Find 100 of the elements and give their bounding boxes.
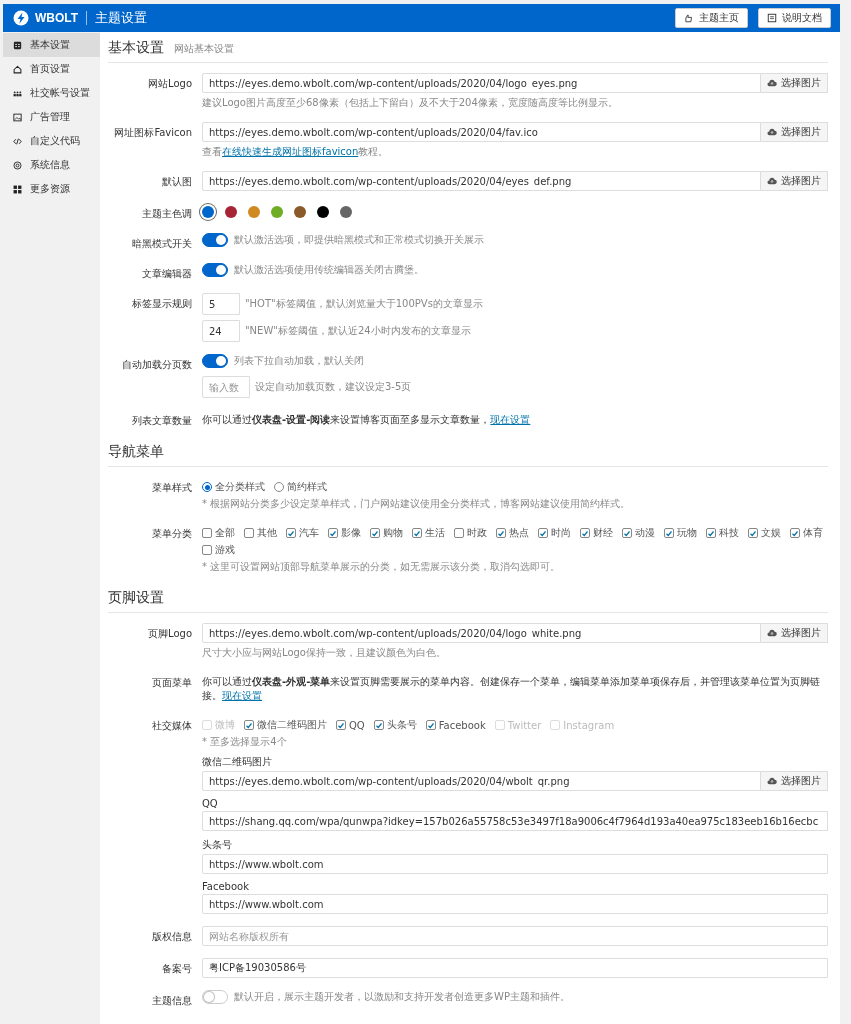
info-text: 你可以通过仪表盘-设置-阅读来设置博客页面至多显示文章数量，现在设置: [202, 413, 532, 427]
color-swatch[interactable]: [248, 206, 260, 218]
text-field[interactable]: https://eyes.demo.wbolt.com/wp-content/uploads/2020/04/logo_eyes.png: [202, 73, 761, 93]
field-label: 暗黑模式开关: [131, 237, 192, 251]
text-field[interactable]: https://eyes.demo.wbolt.com/wp-content/uploads/2020/04/eyes_def.png: [202, 171, 761, 191]
settings-link[interactable]: 现在设置: [222, 690, 262, 701]
text-field[interactable]: 粤ICP备19030586号: [202, 958, 828, 978]
code-icon: [13, 136, 22, 146]
checkbox[interactable]: [580, 528, 590, 538]
text-field[interactable]: https://www.wbolt.com: [202, 854, 828, 874]
hint-text: 尺寸大小应与网站Logo保持一致，且建议颜色为白色。: [202, 646, 447, 660]
home-button[interactable]: 主题主页: [675, 8, 748, 28]
text-field[interactable]: 网站名称版权所有: [202, 926, 828, 946]
sidebar-item[interactable]: 更多资源: [3, 177, 100, 201]
note-text: * 这里可设置网站顶部导航菜单展示的分类，如无需展示该分类，取消勾选即可。: [202, 560, 562, 574]
field-label: 标签显示规则: [131, 297, 192, 311]
checkbox[interactable]: [336, 720, 346, 730]
checkbox[interactable]: [412, 528, 422, 538]
sidebar-item[interactable]: 社交帐号设置: [3, 81, 100, 105]
checkbox[interactable]: [496, 528, 506, 538]
checkbox[interactable]: [244, 528, 254, 538]
field-label: 主题信息: [151, 994, 192, 1008]
checkbox-label: 科技: [719, 526, 739, 540]
check-icon: [371, 528, 379, 538]
text-field[interactable]: https://eyes.demo.wbolt.com/wp-content/uploads/2020/04/fav.ico: [202, 122, 761, 142]
help-link[interactable]: 在线快速生成网址图标favicon: [222, 146, 359, 157]
check-icon: [497, 528, 505, 538]
sidebar-item[interactable]: 系统信息: [3, 153, 100, 177]
check-icon: [665, 528, 673, 538]
choose-image-button[interactable]: 选择图片: [761, 771, 828, 791]
checkbox-label: 全部: [215, 526, 235, 540]
text-field[interactable]: https://eyes.demo.wbolt.com/wp-content/uploads/2020/04/logo_white.png: [202, 623, 761, 643]
field-label: 自动加载分页数: [121, 358, 192, 372]
text-field[interactable]: https://eyes.demo.wbolt.com/wp-content/uploads/2020/04/wbolt_qr.png: [202, 771, 761, 791]
text-field[interactable]: https://shang.qq.com/wpa/qunwpa?idkey=157b026a55758c53e3497f18a9006c4f7964d193a40ea975c183eeb16b16ecbc: [202, 811, 828, 831]
field-label: 页脚Logo: [147, 627, 192, 641]
checkbox[interactable]: [370, 528, 380, 538]
checkbox[interactable]: [748, 528, 758, 538]
field-label: 微信二维码图片: [202, 755, 273, 769]
page-title: 主题设置: [95, 9, 148, 27]
checkbox[interactable]: [202, 545, 212, 555]
checkbox[interactable]: [538, 528, 548, 538]
field-label: Facebook: [202, 881, 250, 892]
check-icon: [581, 528, 589, 538]
sidebar-item[interactable]: 广告管理: [3, 105, 100, 129]
checkbox[interactable]: [425, 720, 436, 730]
checkbox[interactable]: [373, 720, 384, 730]
field-label: 主题主色调: [141, 207, 192, 221]
choose-image-button[interactable]: 选择图片: [761, 171, 828, 191]
choose-image-button[interactable]: 选择图片: [761, 623, 828, 643]
text-field[interactable]: 24: [202, 320, 240, 342]
logo-text: WBOLT: [35, 11, 79, 25]
color-swatch[interactable]: [294, 206, 306, 218]
sidebar-item[interactable]: 基本设置: [3, 33, 100, 57]
choose-image-button[interactable]: 选择图片: [761, 122, 828, 142]
check-icon: [749, 528, 757, 538]
choose-image-button[interactable]: 选择图片: [761, 73, 828, 93]
checkbox[interactable]: [244, 720, 254, 730]
checkbox-label: QQ: [349, 719, 365, 731]
color-swatch[interactable]: [317, 206, 329, 218]
checkbox[interactable]: [328, 528, 338, 538]
checkbox[interactable]: [664, 528, 674, 538]
color-swatch[interactable]: [271, 206, 283, 218]
cloud-upload-icon: [767, 628, 777, 638]
check-icon: [413, 528, 421, 538]
color-swatch[interactable]: [340, 206, 352, 218]
toggle-switch[interactable]: [202, 354, 228, 368]
check-icon: [374, 720, 383, 730]
toggle-switch[interactable]: [202, 263, 228, 277]
toggle-switch[interactable]: [202, 233, 228, 247]
sidebar-item[interactable]: 首页设置: [3, 57, 100, 81]
docs-button[interactable]: 说明文档: [758, 8, 831, 28]
text-field[interactable]: https://www.wbolt.com: [202, 894, 828, 914]
grid-icon: [13, 184, 22, 194]
checkbox[interactable]: [790, 528, 800, 538]
text-field[interactable]: 输入数: [202, 376, 250, 398]
check-icon: [539, 528, 547, 538]
field-label: 菜单样式: [151, 481, 192, 495]
sidebar-item[interactable]: 自定义代码: [3, 129, 100, 153]
note-text: * 至多选择显示4个: [202, 735, 288, 749]
color-swatch[interactable]: [202, 206, 214, 218]
checkbox-label: 头条号: [386, 718, 417, 732]
option-label: 全分类样式: [215, 480, 265, 494]
checkbox[interactable]: [286, 528, 296, 538]
color-swatch[interactable]: [225, 206, 237, 218]
field-note: 设定自动加载页数，建议设定3-5页: [255, 380, 412, 394]
checkbox[interactable]: [202, 528, 212, 538]
target-icon: [13, 160, 22, 170]
settings-link[interactable]: 现在设置: [490, 414, 531, 425]
section-subtitle: 网站基本设置: [174, 42, 234, 56]
check-icon: [287, 528, 295, 538]
checkbox[interactable]: [622, 528, 632, 538]
text-field[interactable]: 5: [202, 293, 240, 315]
field-label: 列表文章数量: [131, 414, 192, 428]
checkbox[interactable]: [706, 528, 716, 538]
hint-text: 建议Logo图片高度至少68像素（包括上下留白）及不大于204像素，宽度随高度等比例显示。: [202, 96, 619, 110]
checkbox-label: 动漫: [635, 526, 655, 540]
field-note: "HOT"标签阈值，默认浏览量大于100PVs的文章显示: [245, 297, 483, 311]
checkbox-label: Twitter: [507, 719, 542, 731]
checkbox[interactable]: [454, 528, 464, 538]
